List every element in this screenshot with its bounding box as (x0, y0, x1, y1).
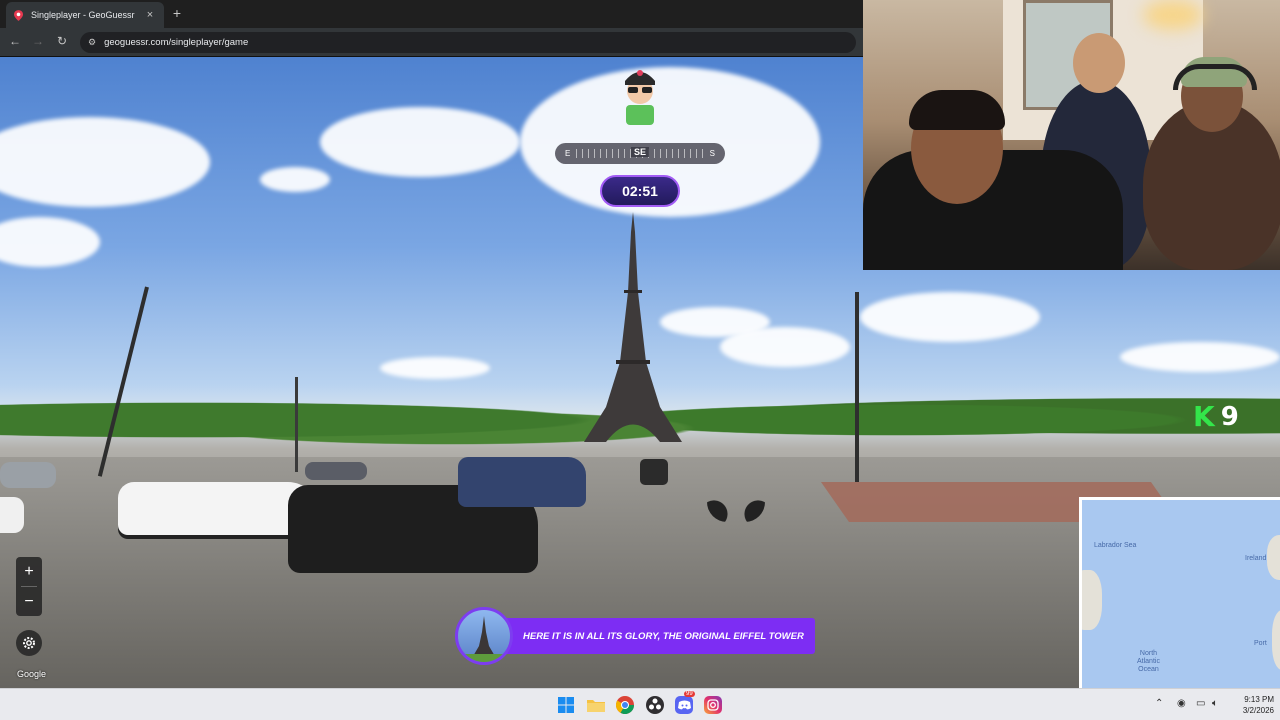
round-timer: 02:51 (600, 175, 680, 207)
eiffel-badge-icon (455, 607, 513, 665)
cloud (0, 117, 210, 207)
google-watermark: Google (17, 669, 47, 679)
logo-letter: K (1193, 400, 1215, 433)
tab-close-icon[interactable]: × (144, 9, 156, 21)
street-lamp (855, 292, 859, 482)
cloud (860, 292, 1040, 342)
map-label-labrador: Labrador Sea (1094, 542, 1137, 549)
compass-heading: SE (630, 147, 650, 157)
file-explorer-icon[interactable] (587, 696, 605, 714)
map-label-atlantic: North Atlantic Ocean (1137, 650, 1160, 674)
back-button[interactable]: ← (8, 34, 22, 48)
logo-number: 9 (1220, 401, 1239, 432)
settings-button[interactable] (16, 630, 42, 656)
map-land-ireland (1267, 535, 1280, 580)
player-avatar (625, 70, 655, 125)
chrome-icon[interactable] (616, 696, 634, 714)
compass-right: S (709, 149, 715, 158)
discord-icon[interactable]: 99 (675, 691, 695, 714)
person-front-hair (909, 90, 1005, 130)
cloud (320, 107, 520, 177)
street-lamp (295, 377, 298, 472)
dark-car (640, 459, 668, 485)
eiffel-tower (584, 212, 682, 442)
map-land-greenland (1082, 570, 1102, 630)
volume-icon[interactable]: 🔈︎ (1212, 698, 1218, 709)
windows-taskbar: 99 ⌃ ◉ ▭ 🔈︎ 9:13 PM 3/2/2026 (0, 688, 1280, 720)
forward-button[interactable]: → (31, 34, 45, 48)
eiffel-mini-icon (458, 616, 510, 662)
geoguessr-favicon-icon (14, 9, 23, 21)
streamer-logo: K 9 (1193, 400, 1239, 433)
site-info-icon[interactable]: ⚙ (88, 37, 96, 48)
tab-title: Singleplayer - GeoGuessr (31, 10, 135, 20)
subtitle-banner: HERE IT IS IN ALL ITS GLORY, THE ORIGINA… (455, 607, 815, 665)
guess-map[interactable]: Labrador Sea Ireland North Atlantic Ocea… (1079, 497, 1280, 688)
cloud (0, 217, 100, 267)
new-tab-button[interactable]: + (170, 5, 184, 21)
url-field[interactable]: ⚙ geoguessr.com/singleplayer/game (80, 32, 856, 53)
white-car-edge (0, 497, 24, 533)
compass: E SE S (555, 143, 725, 164)
obs-icon[interactable] (646, 696, 664, 714)
compass-ticks: SE (576, 147, 704, 158)
motorcycle (707, 482, 765, 522)
compass-left: E (565, 149, 571, 158)
person-back-head (1073, 33, 1125, 93)
tray-app-icon[interactable]: ◉ (1177, 698, 1186, 709)
lamp-glow (1143, 0, 1203, 30)
tray-overflow-icon[interactable]: ⌃ (1155, 698, 1163, 709)
clock-time: 9:13 PM (1244, 695, 1274, 704)
system-clock[interactable]: 9:13 PM 3/2/2026 (1228, 694, 1274, 716)
tab-geoguessr[interactable]: Singleplayer - GeoGuessr × (6, 2, 164, 28)
zoom-out-button[interactable]: − (16, 587, 42, 616)
url-text: geoguessr.com/singleplayer/game (104, 37, 249, 48)
map-label-port: Port (1254, 640, 1267, 647)
gear-icon (23, 637, 35, 649)
subtitle-text: HERE IT IS IN ALL ITS GLORY, THE ORIGINA… (495, 618, 815, 654)
instagram-icon[interactable] (704, 696, 722, 714)
zoom-in-button[interactable]: + (16, 557, 42, 586)
windows-start-icon[interactable] (557, 696, 575, 714)
discord-badge: 99 (684, 691, 695, 697)
reload-button[interactable]: ↻ (55, 34, 69, 48)
webcam-overlay (863, 0, 1280, 270)
browser-tab-bar: Singleplayer - GeoGuessr × + (0, 0, 863, 28)
address-bar: ← → ↻ ⚙ geoguessr.com/singleplayer/game (0, 28, 863, 57)
map-label-ireland: Ireland (1245, 555, 1267, 562)
distant-car (305, 462, 367, 480)
blue-van (458, 457, 586, 507)
cloud (260, 167, 330, 192)
cloud (720, 327, 850, 367)
clock-date: 3/2/2026 (1242, 706, 1274, 715)
zoom-controls: + − (16, 557, 42, 616)
grey-car (0, 462, 56, 488)
network-icon[interactable]: ▭ (1196, 698, 1205, 709)
cloud (1120, 342, 1280, 372)
map-land-iberia (1272, 610, 1280, 670)
headphones (1173, 64, 1257, 90)
